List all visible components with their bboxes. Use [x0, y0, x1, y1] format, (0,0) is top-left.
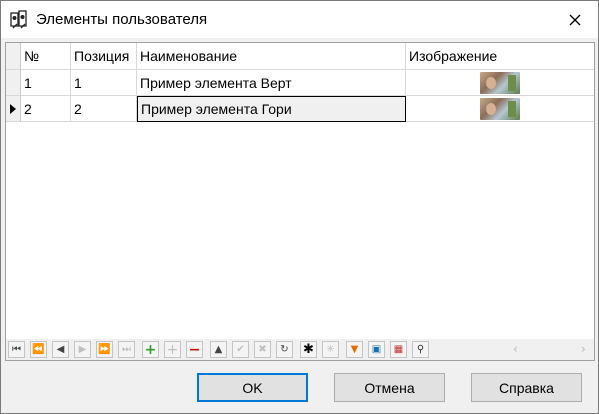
asterisk-button[interactable]: ✱ [300, 341, 317, 358]
image-thumbnail [480, 72, 520, 94]
export-icon: ▣ [371, 343, 382, 355]
cancel-button[interactable]: Отмена [334, 373, 445, 402]
table-cell-name-selected[interactable]: Пример элемента Гори [137, 96, 406, 122]
sparkle-button[interactable]: ✳ [322, 341, 339, 358]
filter-button[interactable]: ▼ [346, 341, 363, 358]
column-header-position[interactable]: Позиция [71, 43, 137, 70]
first-record-button[interactable]: ⏮ [8, 341, 25, 358]
check-icon: ✔ [236, 343, 245, 355]
table-cell-image[interactable] [406, 70, 594, 96]
table-cell-num[interactable]: 2 [21, 96, 71, 122]
add-icon: + [144, 341, 157, 358]
scroll-left-icon[interactable]: ‹ [513, 342, 518, 356]
cancel-edit-button[interactable]: ✖ [254, 341, 271, 358]
close-button[interactable] [552, 1, 598, 38]
sparkle-icon: ✳ [326, 343, 335, 355]
next-record-button[interactable]: ▶ [74, 341, 91, 358]
find-button[interactable]: ⚲ [412, 341, 429, 358]
delete-icon: − [188, 341, 201, 358]
app-icon [10, 10, 30, 30]
table-cell-position[interactable]: 2 [71, 96, 137, 122]
header-indicator [6, 43, 21, 70]
elements-grid[interactable]: № Позиция Наименование Изображение 1 1 П… [5, 42, 595, 341]
row-indicator-current[interactable] [6, 96, 21, 122]
last-icon: ⏭ [122, 343, 131, 355]
ok-button[interactable]: OK [197, 373, 308, 402]
refresh-icon: ↻ [280, 343, 289, 355]
dialog-window: Элементы пользователя № Позиция Наименов… [0, 0, 599, 414]
last-record-button[interactable]: ⏭ [118, 341, 135, 358]
column-header-name[interactable]: Наименование [137, 43, 406, 70]
table-cell-name[interactable]: Пример элемента Верт [137, 70, 406, 96]
navigator-toolbar: ⏮ ⏪ ◀ ▶ ⏩ ⏭ + + − ▲ ✔ ✖ ↻ ✱ ✳ ▼ ▣ ▦ ⚲ ‹ … [5, 339, 595, 361]
help-button[interactable]: Справка [471, 373, 582, 402]
asterisk-icon: ✱ [303, 342, 314, 357]
prev-page-icon: ⏪ [32, 343, 45, 355]
first-icon: ⏮ [12, 343, 21, 355]
add-copy-icon: + [166, 341, 179, 358]
prev-icon: ◀ [56, 343, 65, 355]
move-up-button[interactable]: ▲ [210, 341, 227, 358]
post-button[interactable]: ✔ [232, 341, 249, 358]
prev-record-button[interactable]: ◀ [52, 341, 69, 358]
grid-settings-icon: ▦ [393, 343, 404, 355]
move-up-icon: ▲ [214, 343, 223, 355]
add-record-button[interactable]: + [142, 341, 159, 358]
current-row-arrow-icon [10, 104, 16, 114]
close-icon [569, 14, 581, 25]
row-indicator[interactable] [6, 70, 21, 96]
table-cell-position[interactable]: 1 [71, 70, 137, 96]
next-page-button[interactable]: ⏩ [96, 341, 113, 358]
scroll-right-icon[interactable]: › [581, 342, 586, 356]
next-icon: ▶ [78, 343, 87, 355]
table-cell-image[interactable] [406, 96, 594, 122]
image-thumbnail [480, 98, 520, 120]
delete-record-button[interactable]: − [186, 341, 203, 358]
export-button[interactable]: ▣ [368, 341, 385, 358]
table-cell-num[interactable]: 1 [21, 70, 71, 96]
filter-icon: ▼ [350, 343, 359, 355]
next-page-icon: ⏩ [98, 343, 111, 355]
column-header-image[interactable]: Изображение [406, 43, 594, 70]
add-copy-button[interactable]: + [164, 341, 181, 358]
grid-settings-button[interactable]: ▦ [390, 341, 407, 358]
refresh-button[interactable]: ↻ [276, 341, 293, 358]
find-icon: ⚲ [416, 343, 425, 355]
prev-page-button[interactable]: ⏪ [30, 341, 47, 358]
cancel-icon: ✖ [258, 343, 267, 355]
column-header-num[interactable]: № [21, 43, 71, 70]
window-title: Элементы пользователя [36, 11, 208, 28]
title-bar: Элементы пользователя [1, 1, 598, 38]
